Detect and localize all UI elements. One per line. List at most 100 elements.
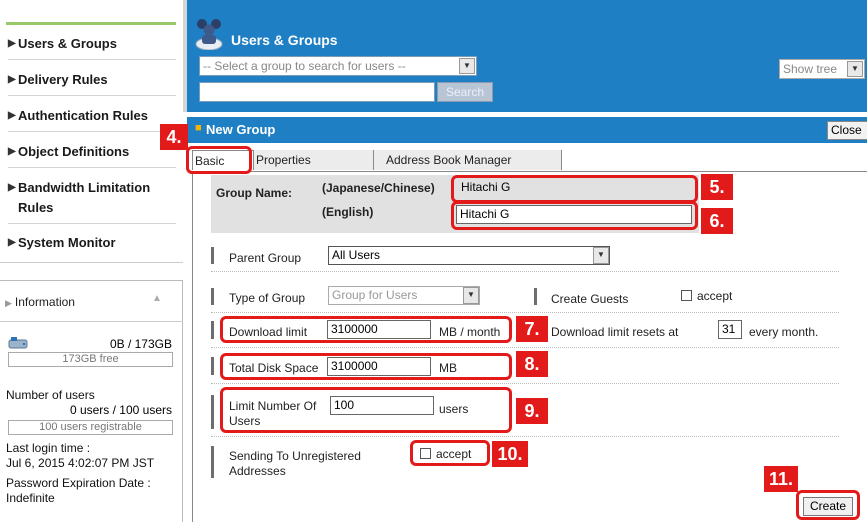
divider	[211, 436, 839, 437]
download-reset-day-input[interactable]: 31	[718, 320, 742, 339]
sidebar: ▶ Users & Groups ▶ Delivery Rules ▶ Authent…	[0, 0, 183, 522]
step-badge-11: 11.	[764, 466, 798, 492]
password-expiration-value: Indefinite	[6, 491, 55, 505]
divider	[211, 271, 839, 272]
users-registrable-badge: 100 users registrable	[8, 420, 173, 435]
row-marker	[211, 357, 214, 375]
show-tree-value: Show tree	[783, 62, 838, 76]
divider	[211, 347, 839, 348]
step-badge-4: 4.	[160, 124, 188, 150]
row-marker	[211, 247, 214, 264]
tab-address-book-manager[interactable]: Address Book Manager	[374, 150, 562, 170]
type-of-group-select[interactable]: Group for Users ▼	[328, 286, 480, 305]
chevron-down-icon[interactable]: ▼	[847, 61, 863, 77]
triangle-right-icon: ▶	[8, 237, 16, 248]
dialog-title: New Group	[206, 122, 276, 137]
callout-box-6	[451, 201, 698, 230]
tab-properties[interactable]: Properties	[254, 150, 374, 170]
type-of-group-value: Group for Users	[332, 288, 418, 302]
triangle-right-icon: ▶	[8, 74, 16, 85]
group-name-label: Group Name:	[216, 186, 293, 200]
chevron-down-icon[interactable]: ▼	[463, 287, 479, 304]
row-marker	[211, 395, 214, 429]
callout-box-10	[410, 440, 490, 466]
sidebar-item-label: Authentication Rules	[18, 108, 149, 123]
page-title: Users & Groups	[231, 32, 338, 48]
sidebar-item-system-monitor[interactable]: ▶ System Monitor	[8, 233, 176, 259]
disk-icon	[8, 337, 28, 349]
divider	[211, 312, 839, 313]
triangle-right-icon: ▶	[8, 110, 16, 121]
row-marker	[534, 288, 537, 305]
sidebar-item-bandwidth-limitation-rules[interactable]: ▶ Bandwidth Limitation Rules	[8, 178, 176, 224]
parent-group-label: Parent Group	[229, 251, 302, 265]
sidebar-item-label: Users & Groups	[18, 36, 117, 51]
triangle-right-icon: ▶	[8, 182, 16, 193]
callout-box-7	[220, 316, 512, 343]
download-reset-suffix: every month.	[749, 325, 819, 339]
divider	[0, 321, 183, 322]
triangle-right-icon: ▶	[8, 146, 16, 157]
password-expiration-label: Password Expiration Date :	[6, 476, 151, 490]
information-panel: ▶ Information ▲ 0B / 173GB 173GB free Num…	[0, 280, 183, 522]
callout-box-9	[220, 387, 512, 433]
row-marker	[211, 321, 214, 339]
create-guests-accept[interactable]: accept	[681, 289, 732, 303]
sidebar-item-object-definitions[interactable]: ▶ Object Definitions	[8, 142, 176, 168]
step-badge-7: 7.	[516, 316, 548, 342]
chevron-down-icon[interactable]: ▼	[459, 58, 475, 74]
parent-group-value: All Users	[332, 248, 381, 262]
users-count-value: 0 users / 100 users	[69, 403, 172, 417]
triangle-right-icon: ▶	[5, 298, 12, 308]
step-badge-10: 10.	[492, 441, 528, 467]
show-tree-select[interactable]: Show tree ▼	[779, 59, 865, 79]
users-groups-icon	[195, 19, 223, 50]
sidebar-item-authentication-rules[interactable]: ▶ Authentication Rules	[8, 106, 176, 132]
callout-box-8	[220, 353, 512, 380]
sidebar-item-label: System Monitor	[18, 235, 116, 250]
divider	[211, 383, 839, 384]
triangle-right-icon: ▶	[8, 38, 16, 49]
callout-box-4	[186, 146, 252, 174]
collapse-icon[interactable]: ▲	[152, 293, 162, 304]
users-groups-header: Users & Groups -- Select a group to sear…	[183, 0, 867, 112]
parent-group-select[interactable]: All Users ▼	[328, 246, 610, 265]
search-input[interactable]	[199, 82, 435, 102]
accept-label: accept	[697, 289, 733, 303]
step-badge-9: 9.	[516, 398, 548, 424]
group-select-value: -- Select a group to search for users --	[203, 59, 406, 73]
close-button[interactable]: Close	[827, 121, 867, 140]
english-label: (English)	[322, 205, 374, 219]
sidebar-gap	[0, 262, 183, 280]
last-login-label: Last login time :	[6, 441, 91, 455]
last-login-value: Jul 6, 2015 4:02:07 PM JST	[6, 456, 155, 470]
row-marker	[211, 446, 214, 478]
create-guests-label: Create Guests	[551, 292, 629, 306]
sidebar-item-delivery-rules[interactable]: ▶ Delivery Rules	[8, 70, 176, 96]
sidebar-top-line	[6, 22, 176, 25]
new-group-dialog-header: ■ New Group Close	[187, 117, 867, 143]
row-marker	[211, 288, 214, 305]
sending-unregistered-label: Sending To Unregistered Addresses	[229, 449, 361, 478]
chevron-down-icon[interactable]: ▼	[593, 247, 609, 264]
search-button[interactable]: Search	[437, 82, 493, 102]
information-header[interactable]: ▶ Information	[5, 295, 75, 309]
checkbox-icon[interactable]	[681, 290, 692, 301]
step-badge-5: 5.	[701, 174, 733, 200]
step-badge-6: 6.	[701, 208, 733, 234]
disk-usage: 0B / 173GB	[109, 337, 172, 351]
japanese-label: (Japanese/Chinese)	[322, 181, 435, 195]
download-reset-label: Download limit resets at	[551, 325, 679, 339]
step-badge-8: 8.	[516, 351, 548, 377]
callout-box-5	[451, 175, 698, 203]
users-count-label: Number of users	[6, 388, 95, 402]
sidebar-item-label: Bandwidth Limitation Rules	[18, 180, 151, 215]
sidebar-item-label: Object Definitions	[18, 144, 130, 159]
information-title: Information	[14, 295, 75, 309]
group-select[interactable]: -- Select a group to search for users --…	[199, 56, 477, 76]
sidebar-item-label: Delivery Rules	[18, 72, 108, 87]
disk-free-badge: 173GB free	[8, 352, 173, 367]
sidebar-item-users-groups[interactable]: ▶ Users & Groups	[8, 34, 176, 60]
new-group-icon: ■	[195, 122, 202, 134]
callout-box-11	[796, 490, 860, 520]
